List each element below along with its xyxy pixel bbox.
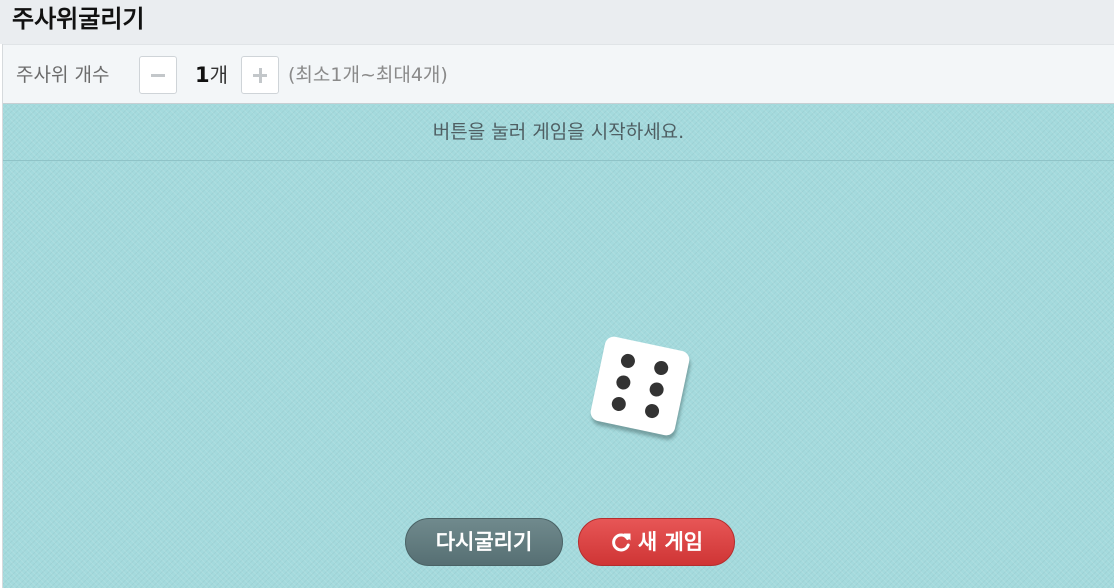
refresh-icon bbox=[612, 533, 631, 552]
new-game-button-label: 새 게임 bbox=[637, 530, 704, 554]
die-pip bbox=[619, 352, 637, 370]
reroll-button[interactable]: 다시굴리기 bbox=[405, 518, 563, 566]
increase-dice-button[interactable] bbox=[241, 56, 279, 94]
dice-panel: 주사위 개수 1개 (최소1개~최대4개) 버튼을 눌러 게임을 시작하세요. bbox=[2, 44, 1114, 588]
title-bar: 주사위굴리기 bbox=[0, 0, 1114, 44]
die-pip bbox=[610, 395, 628, 413]
dice-count-display: 1개 bbox=[195, 62, 228, 90]
status-message: 버튼을 눌러 게임을 시작하세요. bbox=[432, 121, 685, 143]
die[interactable] bbox=[588, 334, 692, 438]
dice-range-hint: (최소1개~최대4개) bbox=[288, 64, 448, 86]
new-game-button[interactable]: 새 게임 bbox=[578, 518, 735, 566]
die-pip bbox=[648, 381, 665, 398]
message-strip: 버튼을 눌러 게임을 시작하세요. bbox=[3, 104, 1114, 161]
decrease-dice-button[interactable] bbox=[139, 56, 177, 94]
dice-board: 버튼을 눌러 게임을 시작하세요. 다시굴리기 새 게임 bbox=[3, 104, 1114, 588]
die-pip bbox=[643, 402, 661, 420]
die-face bbox=[588, 334, 692, 438]
page-title: 주사위굴리기 bbox=[12, 5, 145, 33]
dice-count-label: 주사위 개수 bbox=[16, 64, 110, 86]
die-pip bbox=[652, 359, 670, 377]
die-pip bbox=[615, 374, 632, 391]
reroll-button-label: 다시굴리기 bbox=[435, 530, 533, 554]
dice-count-controls: 주사위 개수 1개 (최소1개~최대4개) bbox=[3, 44, 1114, 104]
dice-count-value: 1 bbox=[195, 63, 210, 87]
dice-count-unit: 개 bbox=[209, 63, 229, 87]
